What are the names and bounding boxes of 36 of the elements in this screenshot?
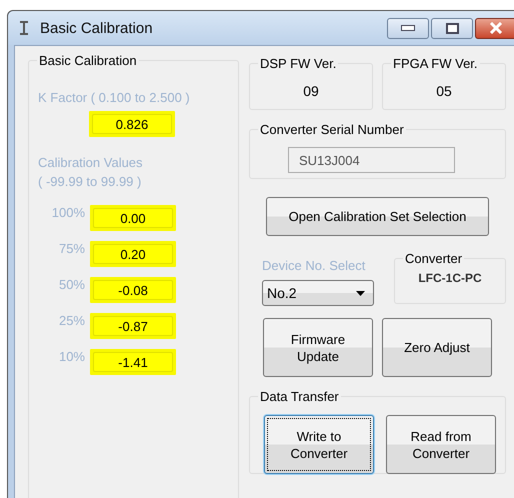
version-value: 05 <box>436 82 452 98</box>
transfer-button[interactable]: Write to Converter <box>264 415 374 474</box>
percent-label: 10% <box>58 349 85 364</box>
transfer-button[interactable]: Read from Converter <box>386 415 496 474</box>
percent-label: 25% <box>58 313 85 328</box>
device-select[interactable]: No.2 <box>262 280 374 306</box>
calibration-value-field[interactable]: 0.00 <box>93 208 173 228</box>
percent-label: 50% <box>58 277 85 292</box>
calibration-value-field[interactable]: -0.08 <box>93 280 173 300</box>
serial-number-field[interactable]: SU13J004 <box>288 147 455 173</box>
group-title: FPGA FW Ver. <box>391 56 480 71</box>
converter-model: LFC-1C-PC <box>418 271 482 287</box>
open-calibration-button[interactable]: Open Calibration Set Selection <box>266 197 489 236</box>
calibration-values-label: Calibration Values ( -99.99 to 99.99 ) <box>38 154 144 191</box>
version-value: 09 <box>303 82 319 98</box>
close-button[interactable] <box>475 18 514 38</box>
percent-label: 100% <box>50 205 85 220</box>
percent-label: 75% <box>58 241 85 256</box>
calibration-value-field[interactable]: -0.87 <box>93 316 173 336</box>
maximize-button[interactable] <box>431 18 473 38</box>
group-title: Basic Calibration <box>37 53 139 68</box>
minimize-button[interactable] <box>387 18 429 38</box>
calibration-value-field[interactable]: -1.41 <box>93 352 173 372</box>
action-button[interactable]: Firmware Update <box>263 318 373 377</box>
close-icon <box>489 22 503 34</box>
k-factor-field[interactable]: 0.826 <box>92 114 172 134</box>
group-title: DSP FW Ver. <box>258 56 338 71</box>
window-title: Basic Calibration <box>40 20 153 36</box>
device-select-label: Device No. Select <box>262 258 366 273</box>
action-button[interactable]: Zero Adjust <box>382 318 492 377</box>
calibration-value-field[interactable]: 0.20 <box>93 244 173 264</box>
group-title: Data Transfer <box>258 389 341 404</box>
group-title: Converter Serial Number <box>258 122 406 137</box>
group-title: Converter <box>403 251 464 266</box>
dropdown-arrow-icon <box>356 290 365 296</box>
k-factor-label: K Factor ( 0.100 to 2.500 ) <box>38 90 191 105</box>
